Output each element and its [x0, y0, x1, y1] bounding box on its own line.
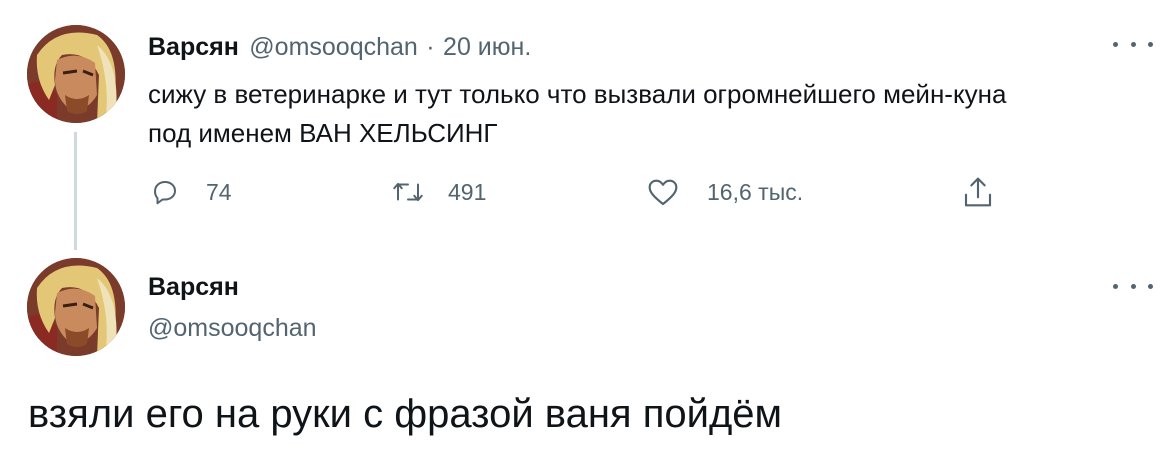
tweet-header: Варсян @omsooqchan · 20 июн.	[148, 33, 531, 62]
tweet-text-line-2: под именем ВАН ХЕЛЬСИНГ	[148, 118, 498, 148]
reply-text: взяли его на руки с фразой ваня пойдём	[28, 392, 783, 436]
separator-dot: ·	[426, 33, 435, 61]
reply-more-icon[interactable]	[1113, 276, 1153, 296]
avatar[interactable]	[27, 25, 125, 123]
tweet-date[interactable]: 20 июн.	[443, 33, 531, 61]
retweet-count: 491	[448, 178, 487, 205]
tweet-text-line-1: сижу в ветеринарке и тут только что вызв…	[148, 79, 1007, 109]
reply-author-name[interactable]: Варсян	[148, 273, 239, 302]
share-button[interactable]	[962, 174, 994, 210]
like-count: 16,6 тыс.	[707, 178, 804, 205]
retweet-button[interactable]: 491	[390, 177, 486, 207]
like-icon	[648, 179, 678, 206]
more-icon[interactable]	[1113, 34, 1153, 54]
retweet-icon	[393, 182, 423, 202]
avatar-image	[27, 25, 125, 123]
like-button[interactable]: 16,6 тыс.	[647, 177, 803, 207]
reply-count: 74	[206, 178, 232, 205]
author-handle[interactable]: @omsooqchan	[249, 33, 418, 61]
reply-button[interactable]: 74	[150, 177, 232, 207]
reply-author-handle[interactable]: @omsooqchan	[148, 314, 317, 343]
reply-avatar[interactable]	[27, 258, 125, 356]
author-name[interactable]: Варсян	[148, 33, 239, 61]
share-icon	[964, 177, 992, 207]
reply-icon	[154, 181, 176, 205]
thread-connector	[74, 132, 77, 250]
avatar-image	[27, 258, 125, 356]
